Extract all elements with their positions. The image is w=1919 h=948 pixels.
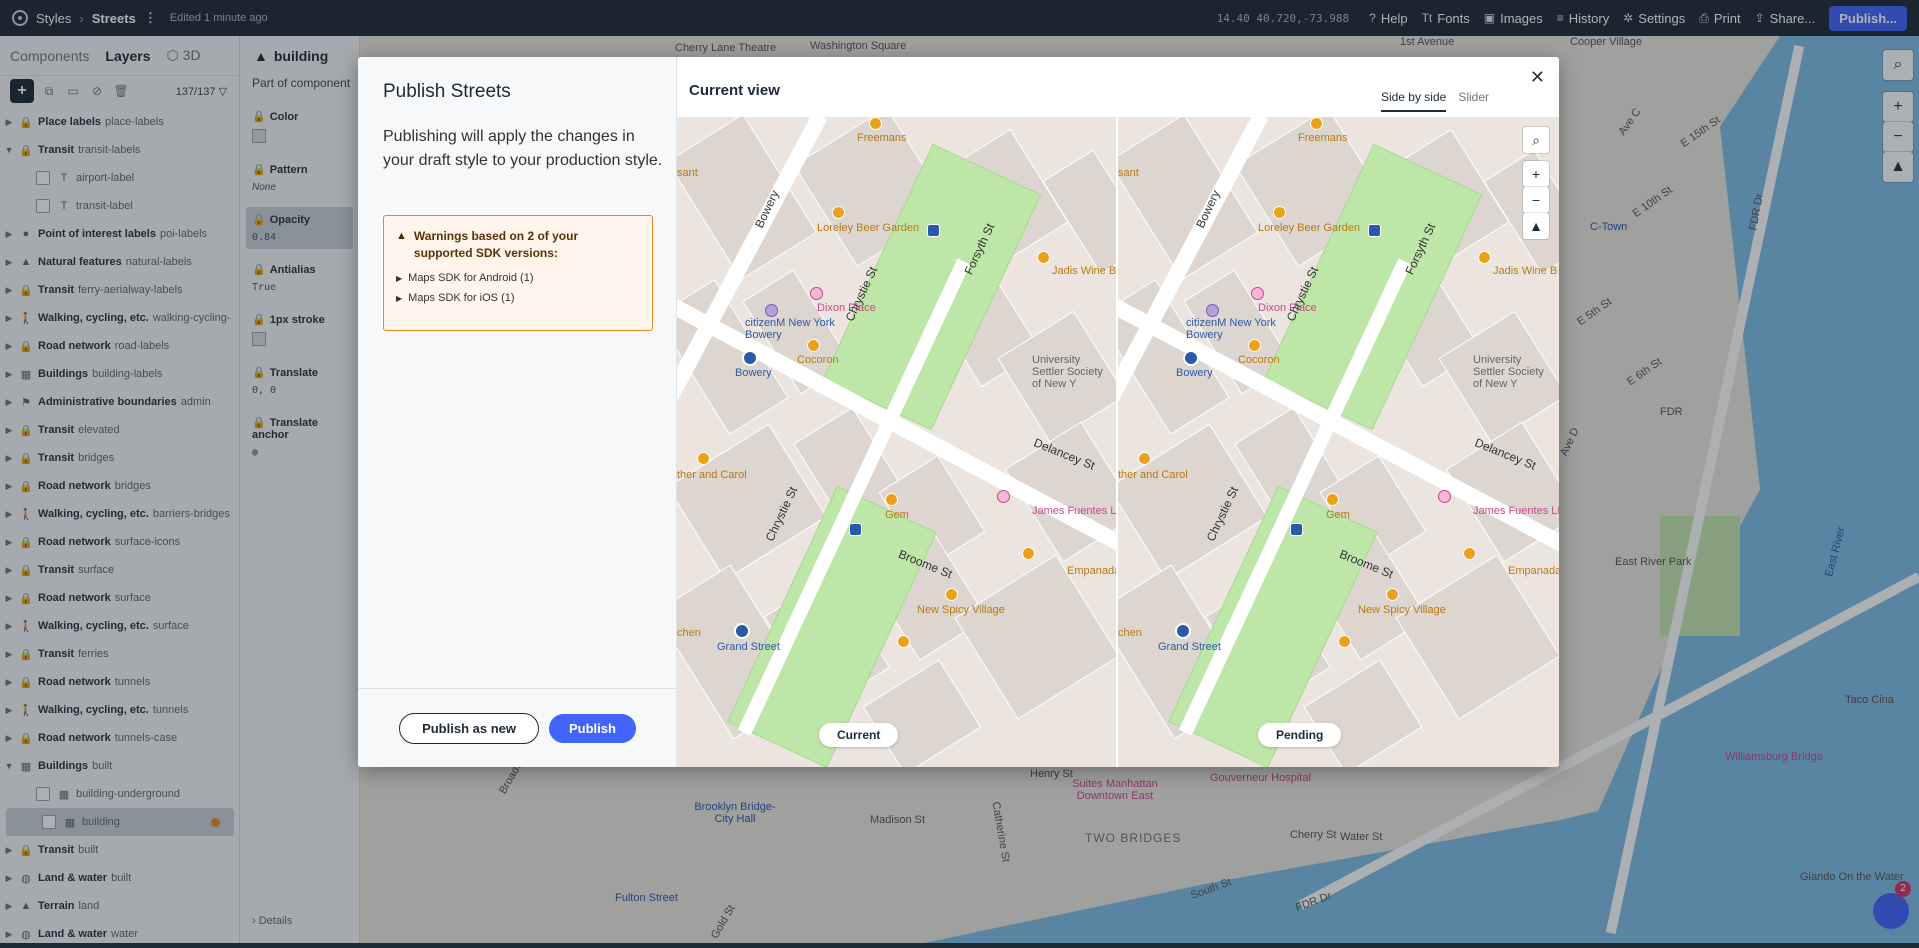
map-label: Loreley Beer Garden [817,222,920,234]
pending-label: Pending [1258,723,1342,747]
map-label: University Settler Society of New Y [1473,354,1544,390]
zoom-out-icon[interactable]: − [1523,187,1549,213]
tab-slider[interactable]: Slider [1458,90,1489,112]
metro-icon [734,623,750,639]
metro-icon [1175,623,1191,639]
publish-as-new-button[interactable]: Publish as new [399,712,539,744]
poi-icon [1310,117,1323,130]
map-label: Freemans [857,132,907,144]
map-label: Empanada [1508,565,1559,577]
warning-icon: ▲ [396,230,407,242]
poi-icon [869,117,882,130]
map-label: chen [677,627,701,639]
map-label: Freemans [1298,132,1348,144]
bike-icon [927,224,940,237]
map-label: Bowery [735,367,772,379]
poi-icon [1326,493,1339,506]
poi-icon [897,635,910,648]
map-label: ther and Carol [1118,469,1188,481]
modal-actions: Publish as new Publish [358,688,677,767]
preview-title: Current view [689,82,780,99]
poi-icon [810,287,823,300]
warning-item-ios[interactable]: ▶ Maps SDK for iOS (1) [396,292,640,304]
map-label: New Spicy Village [1358,604,1446,616]
metro-icon [742,350,758,366]
current-label: Current [819,723,899,747]
modal-title: Publish Streets [383,81,511,102]
map-label: Jadis Wine B [1493,265,1558,277]
publish-info-pane: Publish Streets Publishing will apply th… [358,57,677,767]
poi-icon [1273,206,1286,219]
map-label: New Spicy Village [917,604,1005,616]
publish-button[interactable]: Publish [548,713,636,743]
map-search-icon[interactable]: ⌕ [1523,127,1549,153]
warning-item-android[interactable]: ▶ Maps SDK for Android (1) [396,272,640,284]
pending-map-preview[interactable]: Freemans Loreley Beer Garden Dixon Place ci… [1118,117,1559,767]
poi-icon [1438,490,1451,503]
poi-icon [1338,635,1351,648]
map-label: Empanada [1067,565,1118,577]
view-mode-tabs: Side by side Slider [1380,90,1489,112]
hotel-icon [765,304,778,317]
bike-icon [1290,523,1303,536]
map-label: ther and Carol [677,469,747,481]
caret-right-icon: ▶ [396,273,403,283]
bike-icon [849,523,862,536]
map-label: University Settler Society of New Y [1032,354,1103,390]
map-label: sant [1118,167,1139,179]
map-label: Cocoron [1238,354,1280,366]
building-block [1395,554,1559,720]
poi-icon [997,490,1010,503]
zoom-in-icon[interactable]: + [1523,161,1549,187]
tab-side-by-side[interactable]: Side by side [1380,90,1447,112]
map-label: citizenM New York Bowery [1186,317,1276,341]
poi-icon [1463,547,1476,560]
map-label: James Fuentes LL [1032,505,1118,517]
map-label: Cocoron [797,354,839,366]
map-label: Gem [1326,509,1350,521]
map-label: Grand Street [717,641,780,653]
hotel-icon [1206,304,1219,317]
poi-icon [1251,287,1264,300]
poi-icon [885,493,898,506]
map-label: Loreley Beer Garden [1258,222,1361,234]
poi-icon [1022,547,1035,560]
poi-icon [945,588,958,601]
map-label: Gem [885,509,909,521]
poi-icon [807,339,820,352]
poi-icon [832,206,845,219]
building-block [954,554,1116,720]
poi-icon [1037,251,1050,264]
close-icon[interactable]: ✕ [1530,67,1545,88]
building-block [862,659,982,767]
map-label: chen [1118,627,1142,639]
compass-icon[interactable]: ▲ [1523,213,1549,239]
building-block [1303,659,1423,767]
metro-icon [1183,350,1199,366]
poi-icon [1386,588,1399,601]
bike-icon [1368,224,1381,237]
caret-right-icon: ▶ [396,293,403,303]
poi-icon [1138,452,1151,465]
map-label: Bowery [1176,367,1213,379]
publish-modal: Publish Streets Publishing will apply th… [358,57,1559,767]
poi-icon [1248,339,1261,352]
map-label: Grand Street [1158,641,1221,653]
map-label: citizenM New York Bowery [745,317,835,341]
poi-icon [697,452,710,465]
preview-pane: Current view ✕ Side by side Slider Freem… [677,57,1559,767]
warning-title: ▲ Warnings based on 2 of your supported … [396,229,579,260]
map-label: James Fuentes LL [1473,505,1559,517]
modal-description: Publishing will apply the changes in you… [383,128,663,169]
current-map-preview[interactable]: Freemans Loreley Beer Garden Dixon Place ci… [677,117,1118,767]
sdk-warning-box: ▲ Warnings based on 2 of your supported … [383,215,653,331]
map-label: sant [677,167,698,179]
map-label: Jadis Wine B [1052,265,1117,277]
poi-icon [1478,251,1491,264]
